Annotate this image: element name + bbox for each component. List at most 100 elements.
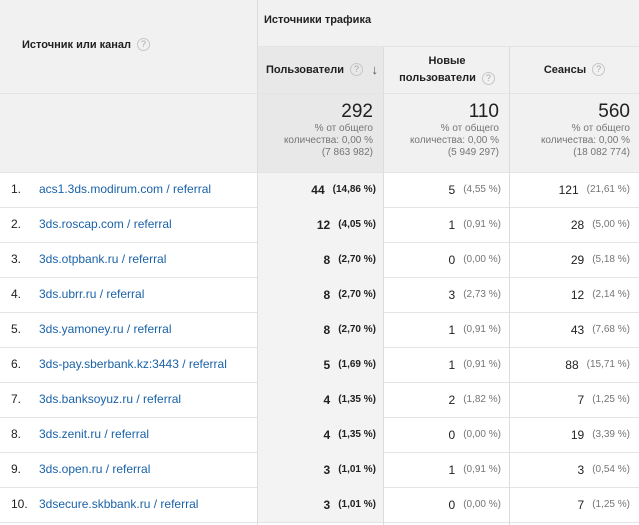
traffic-sources-table: Источник или канал ? Источники трафика П…: [0, 0, 639, 525]
sessions-value: 121: [558, 182, 579, 197]
sessions-header-label: Сеансы: [543, 63, 587, 76]
new-users-value: 5: [448, 182, 456, 197]
row-number: 4.: [11, 287, 22, 301]
sessions-cell: 28 (5,00 %): [510, 207, 639, 242]
source-link[interactable]: 3ds-pay.sberbank.kz:3443 / referral: [39, 347, 227, 382]
users-total-line1: % от общего: [314, 123, 373, 134]
row-number: 1.: [11, 182, 22, 196]
new-users-percent: (2,73 %): [463, 289, 501, 300]
sessions-total-value: 560: [598, 101, 630, 122]
source-link[interactable]: 3ds.roscap.com / referral: [39, 207, 172, 242]
row-number: 9.: [11, 462, 22, 476]
totals-divider: [0, 172, 639, 173]
users-percent: (2,70 %): [338, 254, 376, 265]
row-number: 2.: [11, 217, 22, 231]
users-cell: 3 (1,01 %): [258, 487, 384, 522]
users-header-label: Пользователи: [266, 63, 345, 76]
sessions-total-line1: % от общего: [571, 123, 630, 134]
sessions-cell: 19 (3,39 %): [510, 417, 639, 452]
new-users-total-line2: количества: 0,00 %: [409, 135, 499, 146]
new-users-value: 2: [448, 392, 456, 407]
help-icon[interactable]: ?: [137, 38, 151, 51]
new-users-header-line2: пользователи: [399, 71, 476, 84]
users-value: 44: [311, 182, 325, 197]
table-row: 5. 3ds.yamoney.ru / referral 8 (2,70 %) 1 (0,…: [0, 312, 639, 347]
source-link[interactable]: 3ds.banksoyuz.ru / referral: [39, 382, 181, 417]
sessions-cell: 7 (1,25 %): [510, 487, 639, 522]
help-icon[interactable]: ?: [481, 71, 495, 85]
users-value: 4: [323, 392, 331, 407]
users-cell: 4 (1,35 %): [258, 417, 384, 452]
users-percent: (2,70 %): [338, 324, 376, 335]
users-percent: (4,05 %): [338, 219, 376, 230]
help-icon[interactable]: ?: [592, 63, 606, 76]
new-users-percent: (0,91 %): [463, 219, 501, 230]
sessions-value: 43: [570, 322, 585, 337]
users-value: 3: [323, 462, 331, 477]
sessions-total: 560 % от общего количества: 0,00 % (18 0…: [510, 93, 639, 172]
users-total-value: 292: [341, 101, 373, 122]
sessions-column-header[interactable]: Сеансы ?: [510, 46, 639, 93]
sessions-value: 88: [565, 357, 579, 372]
source-link[interactable]: 3dsecure.skbbank.ru / referral: [39, 487, 198, 522]
new-users-column-header[interactable]: Новые пользователи ?: [384, 46, 510, 93]
users-percent: (1,35 %): [338, 394, 376, 405]
row-number: 7.: [11, 392, 22, 406]
users-header-label-wrap: Пользователи ?: [266, 63, 364, 76]
users-percent: (2,70 %): [338, 289, 376, 300]
new-users-cell: 1 (0,91 %): [384, 312, 510, 347]
sessions-percent: (5,18 %): [592, 254, 630, 265]
sessions-value: 3: [577, 462, 585, 477]
source-link[interactable]: 3ds.yamoney.ru / referral: [39, 312, 172, 347]
sessions-percent: (3,39 %): [592, 429, 630, 440]
table-row: 9. 3ds.open.ru / referral 3 (1,01 %) 1 (0,91 …: [0, 452, 639, 487]
new-users-cell: 1 (0,91 %): [384, 452, 510, 487]
sessions-value: 7: [577, 497, 585, 512]
new-users-value: 1: [448, 322, 456, 337]
new-users-value: 1: [448, 357, 456, 372]
source-link[interactable]: 3ds.ubrr.ru / referral: [39, 277, 144, 312]
sessions-cell: 3 (0,54 %): [510, 452, 639, 487]
sort-descending-icon[interactable]: ↓: [372, 62, 379, 77]
sessions-percent: (1,25 %): [592, 394, 630, 405]
new-users-percent: (0,91 %): [463, 324, 501, 335]
row-divider: [0, 522, 639, 523]
users-value: 8: [323, 252, 331, 267]
users-total-line3: (7 863 982): [321, 147, 373, 158]
sessions-percent: (2,14 %): [592, 289, 630, 300]
sessions-percent: (7,68 %): [592, 324, 630, 335]
sessions-cell: 12 (2,14 %): [510, 277, 639, 312]
new-users-value: 0: [448, 252, 456, 267]
new-users-value: 1: [448, 217, 456, 232]
row-number: 8.: [11, 427, 22, 441]
new-users-value: 1: [448, 462, 456, 477]
help-icon[interactable]: ?: [350, 63, 364, 76]
users-total-line2: количества: 0,00 %: [283, 135, 373, 146]
users-cell: 4 (1,35 %): [258, 382, 384, 417]
sessions-value: 19: [570, 427, 585, 442]
new-users-cell: 1 (0,91 %): [384, 347, 510, 382]
column-divider: [509, 46, 510, 525]
users-percent: (14,86 %): [332, 184, 376, 195]
sessions-percent: (5,00 %): [592, 219, 630, 230]
row-number: 10.: [11, 497, 28, 511]
source-link[interactable]: 3ds.open.ru / referral: [39, 452, 150, 487]
source-link[interactable]: 3ds.otpbank.ru / referral: [39, 242, 166, 277]
new-users-total: 110 % от общего количества: 0,00 % (5 94…: [384, 93, 510, 172]
new-users-header-line2-wrap: пользователи ?: [399, 70, 495, 87]
new-users-total-value: 110: [468, 101, 499, 122]
table-row: 8. 3ds.zenit.ru / referral 4 (1,35 %) 0 (0,00…: [0, 417, 639, 452]
users-value: 5: [323, 357, 331, 372]
sessions-value: 29: [570, 252, 585, 267]
users-value: 12: [316, 217, 331, 232]
new-users-percent: (0,00 %): [463, 499, 501, 510]
users-column-header[interactable]: Пользователи ? ↓: [258, 46, 384, 93]
users-percent: (1,69 %): [338, 359, 376, 370]
new-users-value: 3: [448, 287, 456, 302]
users-value: 4: [323, 427, 331, 442]
source-link[interactable]: 3ds.zenit.ru / referral: [39, 417, 149, 452]
source-link[interactable]: acs1.3ds.modirum.com / referral: [39, 172, 211, 207]
source-column-header[interactable]: Источник или канал ?: [0, 0, 258, 93]
users-total: 292 % от общего количества: 0,00 % (7 86…: [258, 93, 384, 172]
table-row: 4. 3ds.ubrr.ru / referral 8 (2,70 %) 3 (2,73 …: [0, 277, 639, 312]
